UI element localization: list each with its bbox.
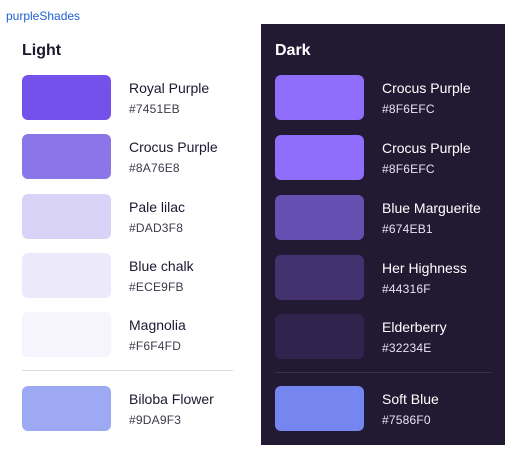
color-swatch[interactable]	[275, 314, 364, 359]
color-hex-value: #DAD3F8	[129, 221, 184, 235]
color-name: Crocus Purple	[382, 140, 471, 156]
color-swatch[interactable]	[275, 195, 364, 240]
color-name: Her Highness	[382, 260, 467, 276]
color-swatch[interactable]	[22, 194, 111, 239]
color-name: Royal Purple	[129, 80, 210, 96]
color-name: Magnolia	[129, 317, 186, 333]
color-swatch[interactable]	[275, 75, 364, 120]
color-name: Elderberry	[382, 319, 447, 335]
color-swatch[interactable]	[275, 255, 364, 300]
color-swatch[interactable]	[275, 135, 364, 180]
color-hex-value: #32234E	[382, 341, 432, 355]
color-swatch[interactable]	[22, 386, 111, 431]
color-hex-value: #F6F4FD	[129, 339, 182, 353]
color-swatch[interactable]	[22, 134, 111, 179]
color-hex-value: #ECE9FB	[129, 280, 184, 294]
color-swatch[interactable]	[22, 75, 111, 120]
light-palette-panel: Light Royal Purple #7451EB Crocus Purple…	[8, 24, 241, 445]
color-swatch[interactable]	[22, 312, 111, 357]
color-swatch[interactable]	[275, 386, 364, 431]
page-title-link[interactable]: purpleShades	[6, 9, 80, 23]
color-name: Blue chalk	[129, 258, 194, 274]
color-hex-value: #8F6EFC	[382, 162, 435, 176]
light-divider	[22, 370, 233, 371]
color-hex-value: #7451EB	[129, 102, 180, 116]
color-hex-value: #8F6EFC	[382, 102, 435, 116]
color-hex-value: #7586F0	[382, 413, 431, 427]
dark-panel-title: Dark	[275, 42, 311, 59]
color-name: Biloba Flower	[129, 391, 214, 407]
dark-palette-panel: Dark Crocus Purple #8F6EFC Crocus Purple…	[261, 24, 505, 445]
color-name: Blue Marguerite	[382, 200, 481, 216]
color-name: Soft Blue	[382, 391, 439, 407]
color-hex-value: #44316F	[382, 282, 431, 296]
light-panel-title: Light	[22, 42, 62, 59]
color-hex-value: #8A76E8	[129, 161, 180, 175]
color-swatch[interactable]	[22, 253, 111, 298]
color-hex-value: #674EB1	[382, 222, 433, 236]
color-name: Pale lilac	[129, 199, 186, 215]
dark-divider	[275, 372, 491, 373]
color-hex-value: #9DA9F3	[129, 413, 182, 427]
color-name: Crocus Purple	[129, 139, 218, 155]
color-name: Crocus Purple	[382, 80, 471, 96]
